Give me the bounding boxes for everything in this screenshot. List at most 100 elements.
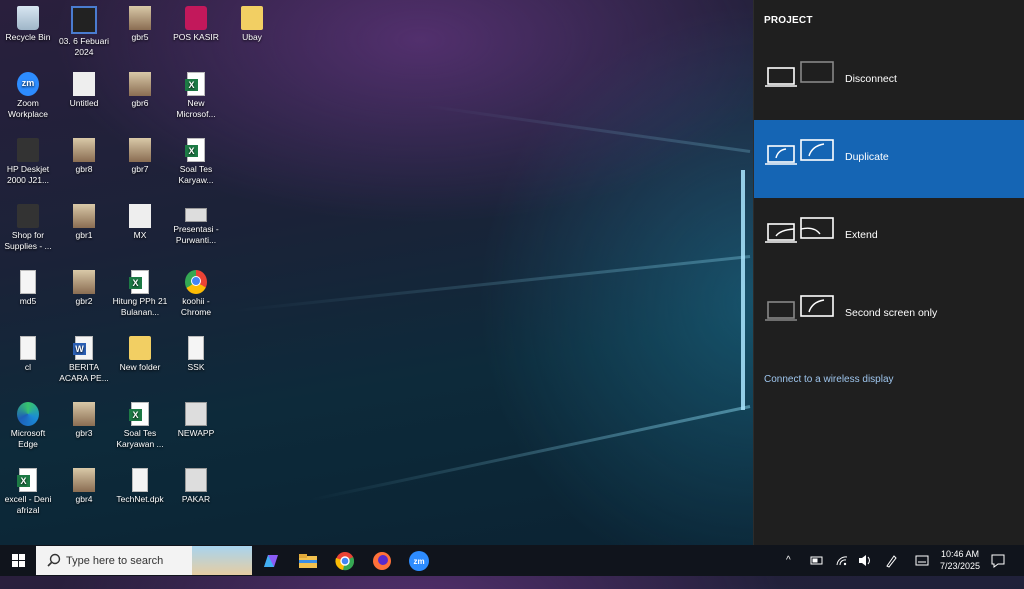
project-option-disconnect[interactable]: Disconnect (754, 42, 1024, 120)
panel-title: PROJECT (764, 15, 813, 26)
chrome-icon[interactable] (333, 549, 357, 573)
option-label: Duplicate (845, 151, 889, 163)
taskbar-search-box[interactable]: Type here to search (36, 546, 252, 575)
image-file-icon (129, 138, 151, 162)
desktop-icon-soal-tes-karyaw[interactable]: Soal Tes Karyaw... (168, 134, 224, 186)
desktop-icon-label: Presentasi - Purwanti... (173, 224, 219, 245)
zoom-icon[interactable]: zm (407, 549, 431, 573)
option-label: Extend (845, 229, 878, 241)
desktop-icon-edge[interactable]: Microsoft Edge (0, 398, 56, 450)
desktop-icon-gbr1[interactable]: gbr1 (56, 200, 112, 241)
desktop-icon-hp-deskjet[interactable]: HP Deskjet 2000 J21... (0, 134, 56, 186)
desktop-icon-gbr3[interactable]: gbr3 (56, 398, 112, 439)
show-hidden-icons-chevron-icon[interactable]: ^ (786, 545, 791, 576)
image-file-icon (73, 204, 95, 228)
start-button[interactable] (0, 545, 36, 576)
firefox-icon[interactable] (370, 549, 394, 573)
desktop-icon-newapp[interactable]: NEWAPP (168, 398, 224, 439)
document-icon (188, 336, 204, 360)
desktop-icon-pakar[interactable]: PAKAR (168, 464, 224, 505)
chrome-icon (185, 270, 207, 294)
desktop-icon-shop-supplies[interactable]: Shop for Supplies - ... (0, 200, 56, 252)
desktop-icon-gbr8[interactable]: gbr8 (56, 134, 112, 175)
volume-icon[interactable] (857, 545, 873, 576)
image-file-icon (73, 468, 95, 492)
desktop-icon-label: Shop for Supplies - ... (4, 230, 52, 251)
desktop: Recycle Bin zm Zoom Workplace HP Deskjet … (0, 0, 753, 545)
project-option-second-screen-only[interactable]: Second screen only (754, 276, 1024, 354)
folder-icon (129, 336, 151, 360)
printer-icon (17, 204, 39, 228)
desktop-icon-label: TechNet.dpk (116, 494, 164, 504)
desktop-icon-recycle-bin[interactable]: Recycle Bin (0, 2, 56, 43)
edge-icon (17, 402, 39, 426)
desktop-icon-label: BERITA ACARA PE... (59, 362, 109, 383)
desktop-icon-soal-tes-karyawan[interactable]: Soal Tes Karyawan ... (112, 398, 168, 450)
desktop-icon-mx[interactable]: MX (112, 200, 168, 241)
desktop-icon-untitled[interactable]: Untitled (56, 68, 112, 109)
notification-center-icon[interactable] (990, 545, 1006, 576)
image-file-icon (73, 270, 95, 294)
copilot-icon[interactable] (259, 549, 283, 573)
desktop-icon-gbr5[interactable]: gbr5 (112, 2, 168, 43)
desktop-icon-zoom[interactable]: zm Zoom Workplace (0, 68, 56, 120)
desktop-icon-label: Untitled (69, 98, 99, 108)
desktop-icon-ubay[interactable]: Ubay (224, 2, 280, 43)
desktop-icon-label: gbr1 (75, 230, 93, 240)
desktop-icon-ssk[interactable]: SSK (168, 332, 224, 373)
desktop-icon-md5[interactable]: md5 (0, 266, 56, 307)
desktop-icon-label: gbr7 (131, 164, 149, 174)
desktop-icon-gbr6[interactable]: gbr6 (112, 68, 168, 109)
desktop-icon-new-folder[interactable]: New folder (112, 332, 168, 373)
excel-file-icon (129, 402, 149, 426)
image-file-icon (73, 402, 95, 426)
desktop-icon-excell-deni[interactable]: excell - Deni afrizal (0, 464, 56, 516)
desktop-icon-03-febuari[interactable]: 03. 6 Febuari 2024 (56, 2, 112, 58)
desktop-icon-hitung-pph[interactable]: Hitung PPh 21 Bulanan... (112, 266, 168, 318)
desktop-icon-technet[interactable]: TechNet.dpk (112, 464, 168, 505)
desktop-icon-koohii[interactable]: koohii - Chrome (168, 266, 224, 318)
second-screen-only-icon (765, 295, 834, 321)
project-panel: PROJECT Disconnect Duplicate Extend Seco… (753, 0, 1024, 545)
battery-icon[interactable] (810, 545, 824, 576)
project-option-duplicate[interactable]: Duplicate (754, 120, 1024, 198)
document-icon (20, 336, 36, 360)
desktop-icon-label: gbr5 (131, 32, 149, 42)
desktop-icon-label: gbr8 (75, 164, 93, 174)
desktop-icon-berita-acara[interactable]: BERITA ACARA PE... (56, 332, 112, 384)
extend-icon (765, 217, 834, 243)
desktop-icon-label: NEWAPP (177, 428, 215, 438)
svg-text:zm: zm (413, 557, 424, 566)
document-icon (132, 468, 148, 492)
file-explorer-icon[interactable] (296, 549, 320, 573)
image-file-icon (73, 72, 95, 96)
image-file-icon (73, 138, 95, 162)
option-label: Second screen only (845, 307, 938, 319)
printer-icon (17, 138, 39, 162)
image-file-icon (129, 6, 151, 30)
desktop-icon-label: gbr6 (131, 98, 149, 108)
connect-wireless-display-link[interactable]: Connect to a wireless display (764, 374, 894, 385)
project-option-extend[interactable]: Extend (754, 198, 1024, 276)
desktop-icon-label: New folder (119, 362, 161, 372)
network-icon[interactable] (835, 545, 849, 576)
desktop-icon-cl[interactable]: cl (0, 332, 56, 373)
image-file-icon (129, 72, 151, 96)
word-file-icon (73, 336, 93, 360)
desktop-icon-gbr2[interactable]: gbr2 (56, 266, 112, 307)
desktop-icon-label: PAKAR (181, 494, 211, 504)
desktop-icon-new-microsoft[interactable]: New Microsof... (168, 68, 224, 120)
desktop-icon-label: New Microsof... (176, 98, 216, 119)
option-label: Disconnect (845, 73, 897, 85)
pen-icon[interactable] (884, 545, 898, 576)
desktop-icon-label: SSK (187, 362, 205, 372)
touch-keyboard-icon[interactable] (914, 545, 930, 576)
taskbar-clock[interactable]: 10:46 AM 7/23/2025 (940, 548, 980, 572)
desktop-icon-gbr7[interactable]: gbr7 (112, 134, 168, 175)
desktop-icon-presentasi[interactable]: Presentasi - Purwanti... (168, 200, 224, 246)
app-shortcut-icon (185, 6, 207, 30)
desktop-icon-gbr4[interactable]: gbr4 (56, 464, 112, 505)
image-file-icon (129, 204, 151, 228)
desktop-icon-pos-kasir[interactable]: POS KASIR (168, 2, 224, 43)
excel-file-icon (185, 138, 205, 162)
